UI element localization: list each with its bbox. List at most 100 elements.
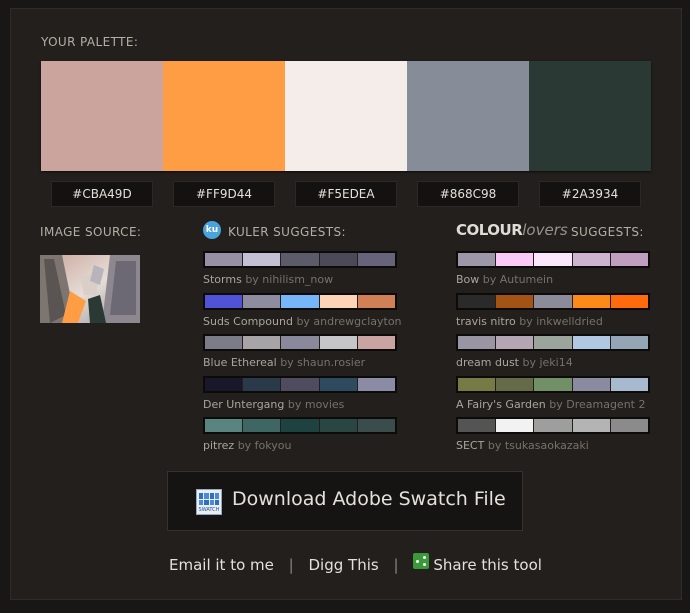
strip-color xyxy=(243,253,281,266)
colourlovers-strip-4[interactable] xyxy=(456,376,650,393)
kuler-suggestion-2[interactable]: Suds Compound by andrewgclayton xyxy=(203,293,402,329)
strip-color xyxy=(243,378,281,391)
suggestion-name[interactable]: Blue Ethereal xyxy=(203,356,277,369)
strip-color xyxy=(205,336,243,349)
swatch-4 xyxy=(407,61,529,171)
colourlovers-strip-3[interactable] xyxy=(456,334,650,351)
swatch-icon-caption: SWATCH xyxy=(198,507,220,513)
kuler-suggestion-4[interactable]: Der Untergang by movies xyxy=(203,376,397,412)
strip-color xyxy=(243,419,281,432)
source-image-thumbnail[interactable] xyxy=(40,255,140,323)
strip-color xyxy=(205,295,243,308)
colourlovers-heading: SUGGESTS: xyxy=(571,225,644,239)
colourlovers-suggestion-5[interactable]: SECT by tsukasaokazaki xyxy=(456,417,650,453)
suggestion-author: by fokyou xyxy=(237,439,292,452)
strip-color xyxy=(319,419,357,432)
kuler-heading: KULER SUGGESTS: xyxy=(228,225,346,239)
palette-heading: YOUR PALETTE: xyxy=(41,35,139,49)
suggestion-name[interactable]: Suds Compound xyxy=(203,315,293,328)
suggestion-author: by Autumein xyxy=(482,273,554,286)
kuler-strip-4[interactable] xyxy=(203,376,397,393)
kuler-suggestion-5[interactable]: pitrez by fokyou xyxy=(203,417,397,453)
suggestion-author: by inkwelldried xyxy=(519,315,603,328)
share-icon[interactable] xyxy=(413,553,430,569)
strip-color xyxy=(534,253,572,266)
suggestion-author: by nihilism_now xyxy=(245,273,334,286)
suggestion-name[interactable]: Storms xyxy=(203,273,242,286)
hex-code-1[interactable]: #CBA49D xyxy=(51,181,153,207)
strip-color xyxy=(458,419,496,432)
strip-color xyxy=(496,336,534,349)
swatch-5 xyxy=(529,61,651,171)
kuler-strip-1[interactable] xyxy=(203,251,397,268)
hex-code-4[interactable]: #868C98 xyxy=(417,181,519,207)
suggestion-name[interactable]: pitrez xyxy=(203,439,234,452)
strip-color xyxy=(357,336,396,349)
strip-color xyxy=(243,336,281,349)
strip-color xyxy=(572,378,610,391)
strip-color xyxy=(205,419,243,432)
suggestion-author: by andrewgclayton xyxy=(296,315,402,328)
strip-color xyxy=(496,378,534,391)
strip-color xyxy=(357,295,396,308)
colourlovers-suggestion-2[interactable]: travis nitro by inkwelldried xyxy=(456,293,650,329)
suggestion-author: by jeki14 xyxy=(522,356,573,369)
strip-color xyxy=(610,253,649,266)
strip-color xyxy=(572,295,610,308)
strip-color xyxy=(458,336,496,349)
email-link[interactable]: Email it to me xyxy=(169,556,274,574)
strip-color xyxy=(357,253,396,266)
suggestion-name[interactable]: SECT xyxy=(456,439,484,452)
suggestion-name[interactable]: dream dust xyxy=(456,356,519,369)
share-link[interactable]: Share this tool xyxy=(433,556,542,574)
suggestion-name[interactable]: Der Untergang xyxy=(203,398,284,411)
strip-color xyxy=(496,253,534,266)
link-separator: | xyxy=(393,556,399,574)
strip-color xyxy=(281,253,319,266)
swatch-2 xyxy=(163,61,285,171)
suggestion-name[interactable]: travis nitro xyxy=(456,315,516,328)
hex-code-5[interactable]: #2A3934 xyxy=(539,181,641,207)
strip-color xyxy=(534,378,572,391)
suggestion-author: by movies xyxy=(287,398,345,411)
palette-swatches xyxy=(41,61,651,171)
palette-panel: YOUR PALETTE: #CBA49D #FF9D44 #F5EDEA #8… xyxy=(10,8,682,600)
colourlovers-suggestion-1[interactable]: Bow by Autumein xyxy=(456,251,650,287)
strip-color xyxy=(281,378,319,391)
download-swatch-button[interactable]: SWATCH Download Adobe Swatch File xyxy=(167,471,523,531)
strip-color xyxy=(281,295,319,308)
colourlovers-suggestion-3[interactable]: dream dust by jeki14 xyxy=(456,334,650,370)
strip-color xyxy=(243,295,281,308)
hex-code-3[interactable]: #F5EDEA xyxy=(295,181,397,207)
kuler-suggestion-1[interactable]: Storms by nihilism_now xyxy=(203,251,397,287)
strip-color xyxy=(572,336,610,349)
suggestion-author: by Dreamagent 2 xyxy=(549,398,646,411)
kuler-strip-5[interactable] xyxy=(203,417,397,434)
digg-link[interactable]: Digg This xyxy=(309,556,379,574)
hex-code-2[interactable]: #FF9D44 xyxy=(173,181,275,207)
download-label[interactable]: Download Adobe Swatch File xyxy=(232,488,506,510)
strip-color xyxy=(534,295,572,308)
swatch-3 xyxy=(285,61,407,171)
strip-color xyxy=(281,419,319,432)
kuler-strip-3[interactable] xyxy=(203,334,397,351)
strip-color xyxy=(357,378,396,391)
strip-color xyxy=(610,336,649,349)
kuler-strip-2[interactable] xyxy=(203,293,397,310)
strip-color xyxy=(319,253,357,266)
strip-color xyxy=(610,378,649,391)
colourlovers-strip-5[interactable] xyxy=(456,417,650,434)
swatch-1 xyxy=(41,61,163,171)
suggestion-author: by shaun.rosier xyxy=(280,356,366,369)
strip-color xyxy=(610,419,649,432)
colourlovers-strip-1[interactable] xyxy=(456,251,650,268)
strip-color xyxy=(281,336,319,349)
strip-color xyxy=(534,336,572,349)
suggestion-name[interactable]: A Fairy's Garden xyxy=(456,398,546,411)
suggestion-name[interactable]: Bow xyxy=(456,273,479,286)
colourlovers-strip-2[interactable] xyxy=(456,293,650,310)
strip-color xyxy=(357,419,396,432)
kuler-suggestion-3[interactable]: Blue Ethereal by shaun.rosier xyxy=(203,334,397,370)
strip-color xyxy=(610,295,649,308)
colourlovers-suggestion-4[interactable]: A Fairy's Garden by Dreamagent 2 xyxy=(456,376,650,412)
